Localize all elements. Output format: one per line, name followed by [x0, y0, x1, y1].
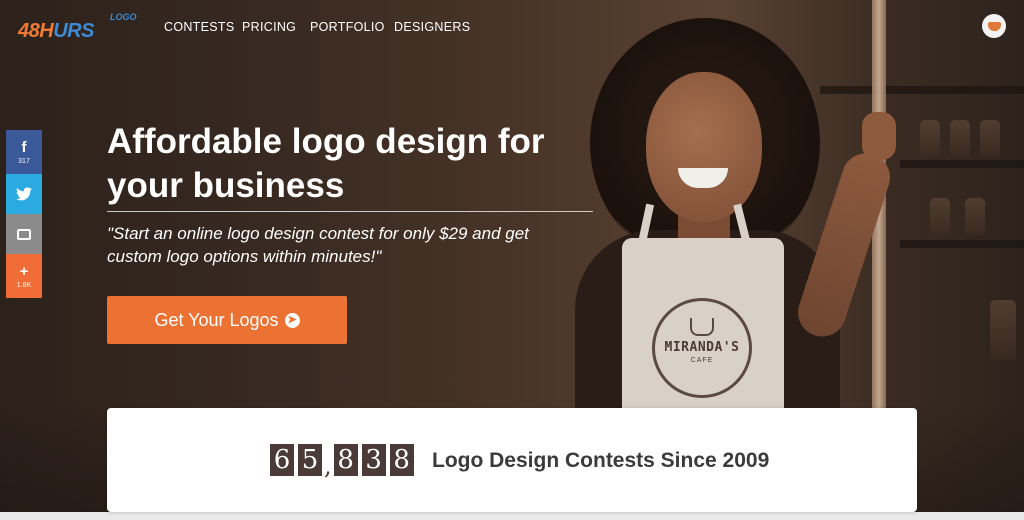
logo-tag: LOGO: [110, 12, 137, 22]
print-button[interactable]: [6, 214, 42, 254]
facebook-share-button[interactable]: f 317: [6, 130, 42, 174]
facebook-count: 317: [18, 157, 30, 165]
counter-digit: 3: [361, 444, 386, 476]
logo-wordmark-a: 48H: [18, 20, 54, 42]
shelf: [900, 240, 1024, 248]
facebook-icon: f: [21, 138, 27, 156]
twitter-icon: [16, 187, 32, 201]
hero-tagline: "Start an online logo design contest for…: [107, 224, 529, 266]
shelf: [900, 160, 1024, 168]
jar: [930, 198, 950, 236]
counter-label: Logo Design Contests Since 2009: [432, 449, 770, 472]
twitter-share-button[interactable]: [6, 174, 42, 214]
share-bar: f 317 + 1.8K: [6, 130, 42, 298]
print-icon: [17, 228, 31, 240]
contest-counter-card: 6 5 , 8 3 8 Logo Design Contests Since 2…: [107, 408, 917, 512]
person-hand: [862, 112, 896, 160]
more-count: 1.8K: [16, 281, 32, 289]
nav-link-portfolio[interactable]: PORTFOLIO: [310, 20, 385, 34]
counter-digit: 8: [389, 444, 414, 476]
hero-divider: [107, 211, 593, 212]
coffee-cup-icon: [690, 318, 714, 336]
counter-digit: 8: [333, 444, 358, 476]
jar: [990, 300, 1016, 360]
get-your-logos-button[interactable]: Get Your Logos ➤: [107, 296, 347, 344]
nav-link-contests[interactable]: CONTESTS: [164, 20, 234, 34]
site-logo[interactable]: LOGO 48HURS: [18, 12, 148, 46]
jar: [920, 120, 940, 158]
logo-wordmark: 48HURS: [18, 20, 94, 43]
nav-link-pricing[interactable]: PRICING: [242, 20, 296, 34]
person-face: [646, 72, 762, 222]
jar: [980, 120, 1000, 158]
hero-headline: Affordable logo design for your business: [107, 122, 545, 205]
plus-icon: +: [19, 262, 29, 280]
apron-logo: MIRANDA'S CAFE: [652, 298, 752, 398]
more-share-button[interactable]: + 1.8K: [6, 254, 42, 298]
shelf: [820, 86, 1024, 94]
cta-label: Get Your Logos: [154, 309, 279, 330]
jar: [950, 120, 970, 158]
logo-wordmark-b: URS: [53, 20, 94, 42]
avatar-inner: [987, 21, 1001, 31]
apron-logo-sub: CAFE: [690, 357, 714, 364]
user-avatar-icon[interactable]: [982, 14, 1006, 38]
counter-digit: 5: [298, 444, 322, 476]
apron-logo-name: MIRANDA'S: [662, 340, 742, 355]
arrow-circle-right-icon: ➤: [284, 312, 300, 328]
counter-digit: 6: [270, 444, 294, 476]
top-nav: LOGO 48HURS CONTESTS PRICING PORTFOLIO D…: [0, 0, 1024, 56]
counter-separator: ,: [324, 452, 332, 480]
nav-link-designers[interactable]: DESIGNERS: [394, 20, 470, 34]
contest-counter: 6 5 , 8 3 8: [270, 444, 418, 480]
jar: [965, 198, 985, 236]
